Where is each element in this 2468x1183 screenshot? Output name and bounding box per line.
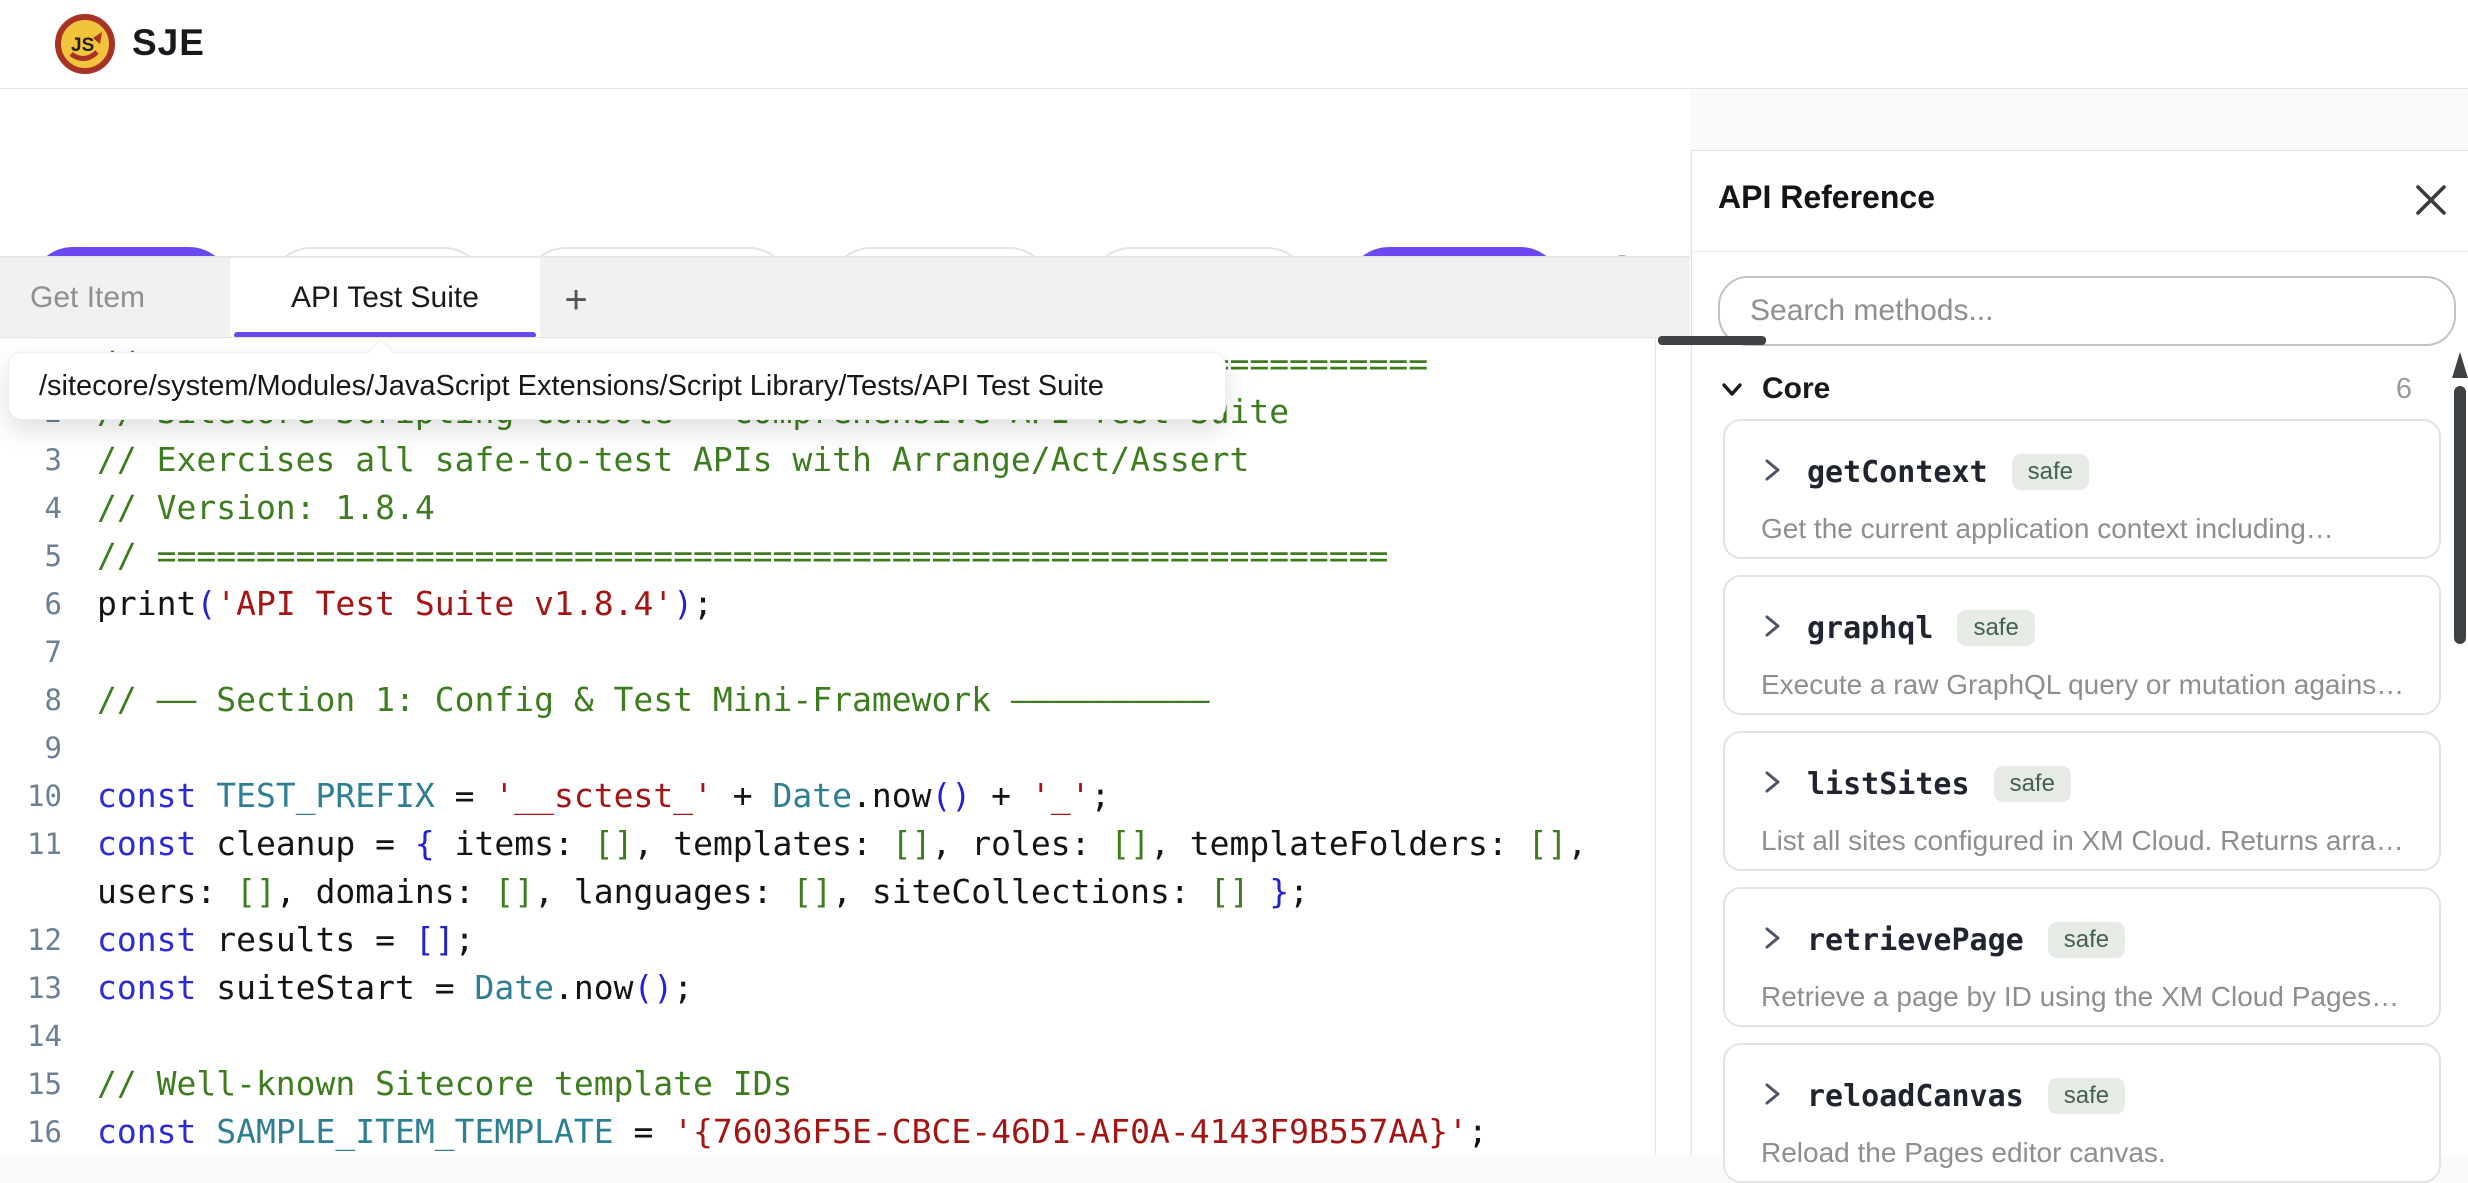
code-line[interactable]: 9 <box>0 724 1690 772</box>
code-line[interactable]: 10 const TEST_PREFIX = '__sctest_' + Date… <box>0 772 1690 820</box>
line-number: 6 <box>0 580 62 628</box>
chevron-down-icon <box>1718 375 1746 403</box>
line-number: 3 <box>0 436 62 484</box>
safe-badge: safe <box>2012 454 2089 490</box>
code-text: // =====================================… <box>97 532 1388 580</box>
code-text: // —— Section 1: Config & Test Mini-Fram… <box>97 676 1210 724</box>
method-description: Execute a raw GraphQL query or mutation … <box>1761 665 2411 715</box>
code-line[interactable]: 7 <box>0 628 1690 676</box>
section-count: 6 <box>2396 373 2412 406</box>
section-core[interactable]: Core 6 <box>1718 367 2438 411</box>
code-text: const SAMPLE_ITEM_TEMPLATE = '{76036F5E-… <box>97 1108 1488 1156</box>
code-text: print('API Test Suite v1.8.4'); <box>97 580 713 628</box>
code-line[interactable]: 5 // ====================================… <box>0 532 1690 580</box>
method-name: getContext <box>1807 455 1988 490</box>
method-card-getContext[interactable]: getContext safe Get the current applicatio… <box>1723 419 2441 559</box>
tab-get-item[interactable]: Get Item <box>0 258 190 338</box>
line-number: 16 <box>0 1108 62 1156</box>
method-description: Get the current application context incl… <box>1761 509 2411 559</box>
code-line[interactable]: 8 // —— Section 1: Config & Test Mini-Fra… <box>0 676 1690 724</box>
method-description: List all sites configured in XM Cloud. R… <box>1761 821 2411 871</box>
line-number: 13 <box>0 964 62 1012</box>
method-name: retrievePage <box>1807 923 2024 958</box>
line-number: 8 <box>0 676 62 724</box>
tooltip-path-text: /sitecore/system/Modules/JavaScript Exte… <box>39 370 1104 403</box>
new-tab-button[interactable]: + <box>552 276 600 324</box>
line-number: 7 <box>0 628 62 676</box>
chevron-right-icon <box>1761 611 1783 646</box>
method-card-reloadCanvas[interactable]: reloadCanvas safe Reload the Pages editor … <box>1723 1043 2441 1183</box>
app-title: SJE <box>132 22 205 64</box>
code-line[interactable]: 4 // Version: 1.8.4 <box>0 484 1690 532</box>
chevron-right-icon <box>1761 1079 1783 1114</box>
code-line[interactable]: users: [], domains: [], languages: [], s… <box>0 868 1690 916</box>
tab-label: Get Item <box>30 281 145 315</box>
code-text: // Exercises all safe-to-test APIs with … <box>97 436 1249 484</box>
code-line[interactable]: 13 const suiteStart = Date.now(); <box>0 964 1690 1012</box>
line-number: 11 <box>0 820 62 868</box>
line-number: 5 <box>0 532 62 580</box>
method-card-listSites[interactable]: listSites safe List all sites configured i… <box>1723 731 2441 871</box>
method-name: graphql <box>1807 611 1933 646</box>
code-text: users: [], domains: [], languages: [], s… <box>97 868 1309 916</box>
panel-title: API Reference <box>1718 179 1935 216</box>
code-text: // Version: 1.8.4 <box>97 484 435 532</box>
tab-bar: + Get Item API Test Suite <box>0 257 1690 337</box>
chevron-right-icon <box>1761 455 1783 490</box>
code-line[interactable]: 11 const cleanup = { items: [], templates… <box>0 820 1690 868</box>
section-name: Core <box>1762 372 1830 406</box>
code-line[interactable]: 6 print('API Test Suite v1.8.4'); <box>0 580 1690 628</box>
code-text: const results = []; <box>97 916 475 964</box>
method-card-graphql[interactable]: graphql safe Execute a raw GraphQL query o… <box>1723 575 2441 715</box>
code-line[interactable]: 15 // Well-known Sitecore template IDs <box>0 1060 1690 1108</box>
code-text: const cleanup = { items: [], templates: … <box>97 820 1587 868</box>
code-line[interactable]: 12 const results = []; <box>0 916 1690 964</box>
line-number: 4 <box>0 484 62 532</box>
method-name: listSites <box>1807 767 1970 802</box>
safe-badge: safe <box>2048 922 2125 958</box>
tab-api-test-suite[interactable]: API Test Suite <box>230 258 540 338</box>
api-reference-panel: API Reference Core 6 getContext safe Get t… <box>1691 150 2468 1155</box>
close-button[interactable] <box>2410 179 2452 221</box>
search-input[interactable] <box>1718 276 2456 346</box>
line-number: 15 <box>0 1060 62 1108</box>
line-number: 14 <box>0 1012 62 1060</box>
safe-badge: safe <box>2048 1078 2125 1114</box>
app-logo-icon: JS <box>55 14 115 74</box>
method-description: Retrieve a page by ID using the XM Cloud… <box>1761 977 2411 1027</box>
code-line[interactable]: 3 // Exercises all safe-to-test APIs with… <box>0 436 1690 484</box>
panel-header-divider <box>1692 251 2468 252</box>
tab-label: API Test Suite <box>291 281 479 315</box>
method-description: Reload the Pages editor canvas. <box>1761 1133 2411 1173</box>
code-text: const TEST_PREFIX = '__sctest_' + Date.n… <box>97 772 1110 820</box>
method-name: reloadCanvas <box>1807 1079 2024 1114</box>
method-card-retrievePage[interactable]: retrievePage safe Retrieve a page by ID us… <box>1723 887 2441 1027</box>
svg-text:JS: JS <box>71 35 94 56</box>
chevron-right-icon <box>1761 767 1783 802</box>
safe-badge: safe <box>1957 610 2034 646</box>
toolbar: RunSaveSave AsLoadClearHelp <box>0 89 1690 257</box>
path-tooltip: /sitecore/system/Modules/JavaScript Exte… <box>8 352 1226 420</box>
line-number: 10 <box>0 772 62 820</box>
editor-scrollbar-thumb[interactable] <box>1658 336 1766 345</box>
editor-scroll-track <box>1655 338 1656 1155</box>
chevron-right-icon <box>1761 923 1783 958</box>
scroll-up-arrow[interactable] <box>2452 352 2468 378</box>
code-text: // Well-known Sitecore template IDs <box>97 1060 792 1108</box>
code-editor[interactable]: 1// ====================================… <box>0 338 1690 1155</box>
app-header: JS SJE <box>0 0 2468 88</box>
code-text: const suiteStart = Date.now(); <box>97 964 693 1012</box>
line-number: 12 <box>0 916 62 964</box>
close-icon <box>2410 179 2452 221</box>
line-number: 9 <box>0 724 62 772</box>
panel-scrollbar-thumb[interactable] <box>2454 386 2466 644</box>
safe-badge: safe <box>1994 766 2071 802</box>
code-line[interactable]: 14 <box>0 1012 1690 1060</box>
code-line[interactable]: 16 const SAMPLE_ITEM_TEMPLATE = '{76036F5… <box>0 1108 1690 1156</box>
